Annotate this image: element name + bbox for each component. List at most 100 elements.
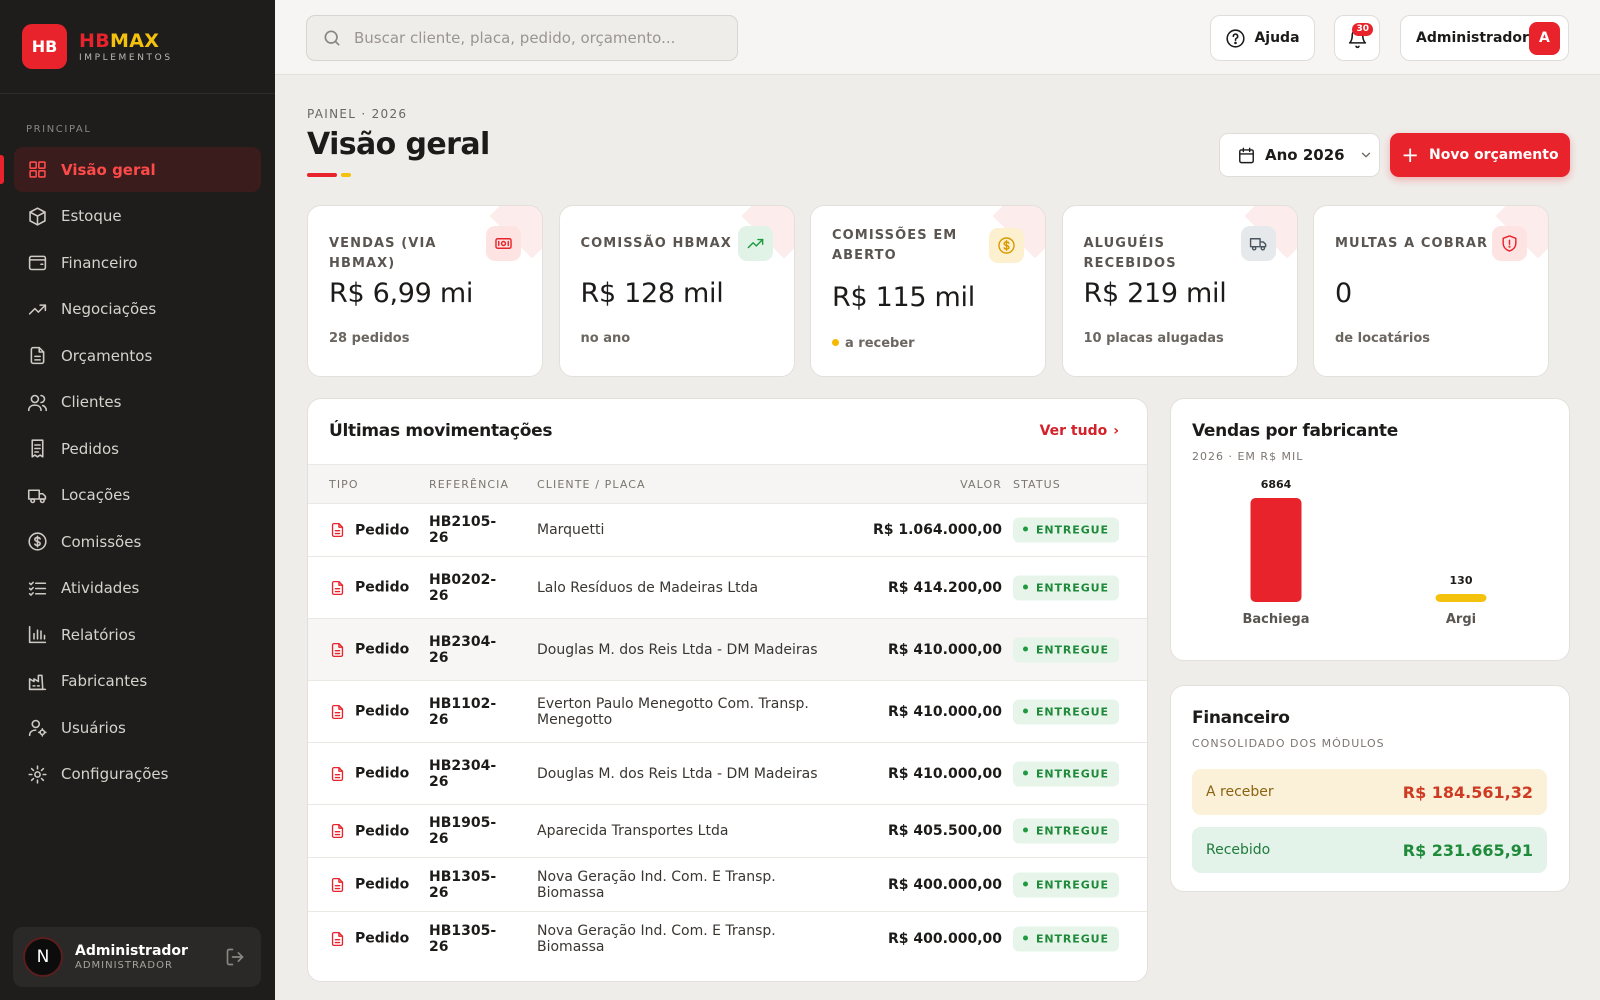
table-row[interactable]: Pedido HB1305-26 Nova Geração Ind. Com. E … [308,912,1147,965]
stat-value: R$ 115 mil [832,282,975,313]
stat-label: ALUGUÉIS RECEBIDOS [1083,236,1177,271]
logout-icon[interactable] [225,947,245,967]
stat-label: COMISSÕES EM ABERTO [832,228,958,263]
sidebar-item-fabricantes[interactable]: Fabricantes [14,659,261,704]
stat-card[interactable]: ALUGUÉIS RECEBIDOS R$ 219 mil 10 placas al… [1061,205,1298,377]
stat-sub: a receber [832,336,915,351]
truck-icon [1240,226,1276,261]
table-row[interactable]: Pedido HB2105-26 Marquetti R$ 1.064.000,00 E… [308,504,1147,557]
sidebar-item-clientes[interactable]: Clientes [14,380,261,425]
col-tipo: TIPO [329,478,359,491]
finance-title: Financeiro [1192,708,1290,728]
user-role: ADMINISTRADOR [75,960,173,971]
sidebar-item-label: Usuários [61,718,126,737]
sidebar-item-orcamentos[interactable]: Orçamentos [14,333,261,378]
sidebar: HB HBMAX IMPLEMENTOS PRINCIPAL Visão ger… [0,0,275,1000]
sidebar-item-label: Pedidos [61,439,119,458]
stat-value: R$ 128 mil [580,278,724,309]
row-type: Pedido [329,823,409,840]
row-client: Nova Geração Ind. Com. E Transp. Biomass… [537,922,776,955]
row-type: Pedido [329,930,409,947]
box-icon [26,205,48,227]
stat-sub: no ano [580,331,631,346]
new-quote-label: Novo orçamento [1429,147,1559,163]
breadcrumb: PAINEL · 2026 [307,107,408,121]
sidebar-item-financeiro[interactable]: Financeiro [14,240,261,285]
row-value: R$ 410.000,00 [888,641,1002,658]
sidebar-item-comissoes[interactable]: Comissões [14,519,261,564]
row-type: Pedido [329,641,409,658]
stat-label: MULTAS A COBRAR [1335,236,1489,251]
stat-card[interactable]: MULTAS A COBRAR 0 de locatários [1313,205,1549,377]
receivable-row[interactable]: A receber R$ 184.561,32 [1192,769,1547,815]
sidebar-item-negociacoes[interactable]: Negociações [14,287,261,332]
table-row[interactable]: Pedido HB0202-26 Lalo Resíduos de Madeiras… [308,557,1147,619]
view-all-link[interactable]: Ver tudo › [1040,423,1119,439]
row-value: R$ 1.064.000,00 [872,522,1002,538]
sidebar-item-configuracoes[interactable]: Configurações [14,752,261,797]
row-value: R$ 410.000,00 [888,703,1002,720]
row-reference: HB0202-26 [429,571,497,604]
stats-row: VENDAS (VIA HBMAX) R$ 6,99 mi 28 pedidos CO… [307,205,1570,377]
bar-category-label: Argi [1446,612,1476,627]
bar-bachiega[interactable] [1250,498,1302,602]
stat-value: R$ 219 mil [1083,278,1227,309]
table-row[interactable]: Pedido HB1905-26 Aparecida Transportes Ltd… [308,805,1147,858]
bar-chart-icon [26,624,48,646]
row-reference: HB1102-26 [429,695,497,728]
stat-value: R$ 6,99 mi [329,278,474,309]
search-box[interactable] [306,15,738,61]
row-type: Pedido [329,522,409,539]
document-icon [331,766,344,781]
sidebar-item-relatorios[interactable]: Relatórios [14,612,261,657]
status-badge: ENTREGUE [1013,517,1119,543]
user-menu-button[interactable]: Administrador A [1400,15,1569,61]
row-client: Nova Geração Ind. Com. E Transp. Biomass… [537,868,776,901]
truck-icon [26,484,48,506]
sidebar-item-estoque[interactable]: Estoque [14,194,261,239]
sidebar-user-card[interactable]: N Administrador ADMINISTRADOR [13,927,261,987]
stat-card[interactable]: VENDAS (VIA HBMAX) R$ 6,99 mi 28 pedidos [307,205,543,377]
topbar-user-name: Administrador [1416,30,1529,46]
row-type: Pedido [329,579,409,596]
table-row[interactable]: Pedido HB2304-26 Douglas M. dos Reis Ltda … [308,619,1147,681]
row-reference: HB2304-26 [429,633,497,666]
brand[interactable]: HB HBMAX IMPLEMENTOS [0,0,275,94]
row-type: Pedido [329,703,409,720]
sidebar-nav: Visão geral Estoque Financeiro Negociações O… [0,147,275,797]
sidebar-item-visao-geral[interactable]: Visão geral [0,147,261,192]
row-reference: HB2304-26 [429,757,497,790]
table-row[interactable]: Pedido HB1305-26 Nova Geração Ind. Com. E … [308,858,1147,912]
factory-icon [26,670,48,692]
sidebar-item-locacoes[interactable]: Locações [14,473,261,518]
sidebar-item-pedidos[interactable]: Pedidos [14,426,261,471]
sidebar-item-label: Estoque [61,207,122,225]
received-label: Recebido [1206,842,1271,858]
sidebar-item-usuarios[interactable]: Usuários [14,705,261,750]
row-reference: HB2105-26 [429,514,497,546]
status-badge: ENTREGUE [1013,818,1119,844]
year-select[interactable]: Ano 2026 [1219,133,1380,177]
notifications-button[interactable]: 30 [1334,15,1380,61]
sidebar-item-atividades[interactable]: Atividades [14,566,261,611]
stat-card[interactable]: COMISSÕES EM ABERTO R$ 115 mil a receber [810,205,1046,377]
status-badge: ENTREGUE [1013,926,1119,951]
sidebar-item-label: Relatórios [61,625,136,644]
search-input[interactable] [354,29,734,47]
col-referencia: REFERÊNCIA [429,478,510,491]
new-quote-button[interactable]: + Novo orçamento [1390,133,1570,177]
table-row[interactable]: Pedido HB1102-26 Everton Paulo Menegotto C… [308,681,1147,743]
row-reference: HB1905-26 [429,815,497,847]
sales-bar-chart: 6864 Bachiega 130 Argi [1243,479,1487,627]
bar-argi[interactable] [1435,594,1487,602]
received-row[interactable]: Recebido R$ 231.665,91 [1192,827,1547,873]
table-row[interactable]: Pedido HB2304-26 Douglas M. dos Reis Ltda … [308,743,1147,805]
page-title: Visão geral [307,127,490,162]
received-value: R$ 231.665,91 [1402,840,1533,860]
title-accent-yellow [341,173,351,177]
stat-sub: 28 pedidos [329,331,410,346]
stat-card[interactable]: COMISSÃO HBMAX R$ 128 mil no ano [558,205,795,377]
col-valor: VALOR [960,478,1002,491]
help-button[interactable]: Ajuda [1210,15,1315,61]
sidebar-item-label: Fabricantes [61,672,148,690]
